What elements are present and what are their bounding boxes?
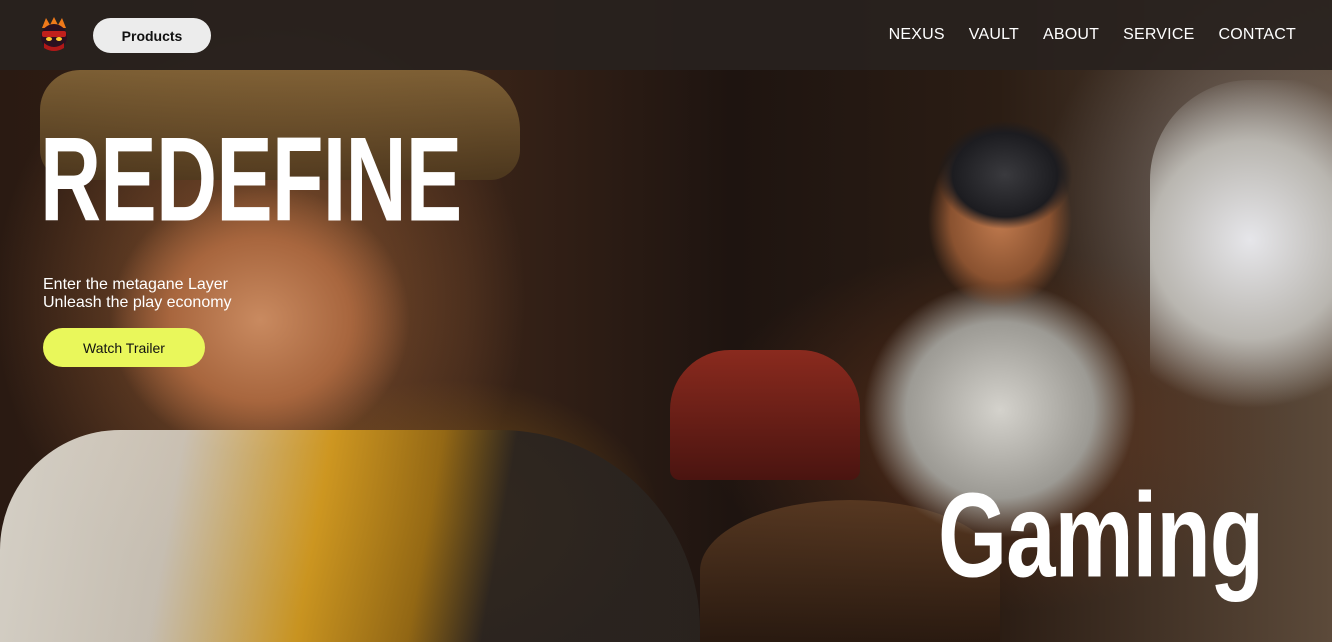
background-jacket bbox=[0, 430, 700, 642]
hero-subtext-line-2: Unleash the play economy bbox=[43, 294, 232, 311]
ninja-mascot-icon[interactable] bbox=[36, 16, 72, 54]
nav-link-about[interactable]: ABOUT bbox=[1043, 26, 1099, 44]
nav-link-vault[interactable]: VAULT bbox=[969, 26, 1019, 44]
nav-link-nexus[interactable]: NEXUS bbox=[889, 26, 945, 44]
background-character-hair bbox=[930, 115, 1080, 235]
hero-headline: REDEFINE bbox=[40, 112, 462, 247]
hero-subtext-line-1: Enter the metagane Layer bbox=[43, 276, 229, 293]
watch-trailer-button[interactable]: Watch Trailer bbox=[43, 328, 205, 367]
products-button[interactable]: Products bbox=[93, 18, 211, 53]
hero-subtext: Enter the metagane Layer Unleash the pla… bbox=[43, 276, 232, 312]
background-window bbox=[1150, 80, 1332, 410]
navbar: Products NEXUS VAULT ABOUT SERVICE CONTA… bbox=[0, 0, 1332, 70]
nav-links: NEXUS VAULT ABOUT SERVICE CONTACT bbox=[889, 0, 1296, 70]
background-chair bbox=[670, 350, 860, 480]
nav-link-service[interactable]: SERVICE bbox=[1123, 26, 1194, 44]
hero-bottom-word: Gaming bbox=[938, 468, 1264, 603]
hero-section: Products NEXUS VAULT ABOUT SERVICE CONTA… bbox=[0, 0, 1332, 642]
nav-link-contact[interactable]: CONTACT bbox=[1218, 26, 1296, 44]
